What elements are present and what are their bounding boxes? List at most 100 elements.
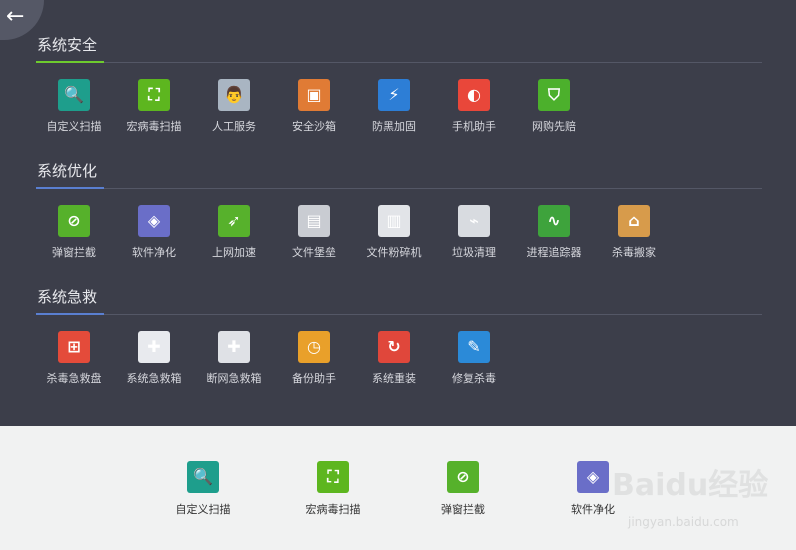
watermark-url: jingyan.baidu.com	[628, 515, 739, 529]
tool-system-reinstall[interactable]: ↻ 系统重装	[354, 331, 434, 386]
file-lock-icon: ▤	[298, 205, 330, 237]
tool-file-shredder[interactable]: ▥ 文件粉碎机	[354, 205, 434, 260]
pulse-icon-glyph: ∿	[547, 211, 561, 230]
pulse-icon: ∿	[538, 205, 570, 237]
layers-icon: ◈	[138, 205, 170, 237]
wrench-shield-icon: ✎	[458, 331, 490, 363]
tool-macro-virus-scan[interactable]: ⛶ 宏病毒扫描	[114, 79, 194, 134]
tool-label: 宏病毒扫描	[126, 120, 182, 133]
pinned-tool-popup-block[interactable]: ⊘ 弹窗拦截	[418, 461, 508, 517]
doctor-icon: 👨	[218, 79, 250, 111]
backup-clock-icon: ◷	[298, 331, 330, 363]
tool-label: 自定义扫描	[46, 120, 102, 133]
scan-frame-icon-glyph: ⛶	[327, 467, 339, 486]
tool-software-clean[interactable]: ◈ 软件净化	[114, 205, 194, 260]
tool-repair-antivirus[interactable]: ✎ 修复杀毒	[434, 331, 514, 386]
tool-label: 软件净化	[132, 246, 176, 259]
tool-label: 手机助手	[452, 120, 496, 133]
sandbox-icon-glyph: ▣	[306, 85, 322, 104]
wrench-shield-icon-glyph: ✎	[467, 337, 481, 356]
tool-label: 杀毒急救盘	[46, 372, 102, 385]
first-aid-drawer-icon-glyph: ✚	[227, 337, 241, 356]
tool-label: 防黑加固	[372, 120, 416, 133]
tool-label: 文件粉碎机	[366, 246, 422, 259]
magnifier-icon: 🔍	[58, 79, 90, 111]
section-divider	[36, 314, 762, 315]
no-popup-icon: ⊘	[58, 205, 90, 237]
tool-label: 安全沙箱	[292, 120, 336, 133]
watermark-logo: Baidu经验	[612, 468, 769, 503]
tool-backup-assistant[interactable]: ◷ 备份助手	[274, 331, 354, 386]
tool-label: 自定义扫描	[175, 503, 231, 516]
tool-shopping-compensation[interactable]: ⛉ 网购先赔	[514, 79, 594, 134]
no-popup-icon-glyph: ⊘	[456, 467, 470, 486]
refresh-icon-glyph: ↻	[387, 337, 401, 356]
scan-frame-icon: ⛶	[317, 461, 349, 493]
house-box-icon-glyph: ⌂	[628, 211, 640, 230]
tool-label: 上网加速	[212, 246, 256, 259]
tool-label: 宏病毒扫描	[305, 503, 361, 516]
tool-label: 网购先赔	[532, 120, 576, 133]
tool-safe-sandbox[interactable]: ▣ 安全沙箱	[274, 79, 354, 134]
section-title: 系统优化	[37, 162, 98, 180]
shredder-icon: ▥	[378, 205, 410, 237]
tool-label: 垃圾清理	[452, 246, 496, 259]
refresh-icon: ↻	[378, 331, 410, 363]
first-aid-icon: ✚	[138, 331, 170, 363]
house-box-icon: ⌂	[618, 205, 650, 237]
tool-label: 断网急救箱	[206, 372, 262, 385]
tool-anti-hack[interactable]: ⚡ 防黑加固	[354, 79, 434, 134]
tool-process-tracker[interactable]: ∿ 进程追踪器	[514, 205, 594, 260]
scan-frame-icon: ⛶	[138, 79, 170, 111]
tool-system-rescue-kit[interactable]: ✚ 系统急救箱	[114, 331, 194, 386]
shield-cart-icon-glyph: ⛉	[547, 85, 560, 104]
shield-bolt-icon: ⚡	[378, 79, 410, 111]
rocket-icon: ➶	[218, 205, 250, 237]
tool-network-rescue-kit[interactable]: ✚ 断网急救箱	[194, 331, 274, 386]
shield-bolt-icon-glyph: ⚡	[388, 85, 400, 104]
tool-label: 进程追踪器	[526, 246, 582, 259]
first-aid-icon-glyph: ✚	[147, 337, 161, 356]
no-popup-icon-glyph: ⊘	[67, 211, 81, 230]
file-lock-icon-glyph: ▤	[306, 211, 322, 230]
no-popup-icon: ⊘	[447, 461, 479, 493]
section-accent-line	[36, 313, 104, 315]
section-accent-line	[36, 187, 104, 189]
tool-custom-scan[interactable]: 🔍 自定义扫描	[34, 79, 114, 134]
tool-label: 备份助手	[292, 372, 336, 385]
section-divider	[36, 188, 762, 189]
first-aid-drawer-icon: ✚	[218, 331, 250, 363]
tool-label: 系统急救箱	[126, 372, 182, 385]
tool-label: 修复杀毒	[452, 372, 496, 385]
tool-network-accelerate[interactable]: ➶ 上网加速	[194, 205, 274, 260]
tool-rescue-disk[interactable]: ⊞ 杀毒急救盘	[34, 331, 114, 386]
layers-icon-glyph: ◈	[586, 467, 600, 486]
phone-ball-icon-glyph: ◐	[467, 85, 481, 104]
tool-popup-block[interactable]: ⊘ 弹窗拦截	[34, 205, 114, 260]
tool-label: 系统重装	[372, 372, 416, 385]
tool-manual-service[interactable]: 👨 人工服务	[194, 79, 274, 134]
tool-file-fortress[interactable]: ▤ 文件堡垒	[274, 205, 354, 260]
backup-clock-icon-glyph: ◷	[307, 337, 321, 356]
tool-label: 弹窗拦截	[52, 246, 96, 259]
magnifier-icon: 🔍	[187, 461, 219, 493]
pinned-tool-macro-virus-scan[interactable]: ⛶ 宏病毒扫描	[288, 461, 378, 517]
usb-icon-glyph: ⊞	[67, 337, 81, 356]
layers-icon-glyph: ◈	[147, 211, 161, 230]
tool-label: 杀毒搬家	[612, 246, 656, 259]
pinned-tool-custom-scan[interactable]: 🔍 自定义扫描	[158, 461, 248, 517]
tool-junk-clean[interactable]: ⌁ 垃圾清理	[434, 205, 514, 260]
tool-antivirus-move[interactable]: ⌂ 杀毒搬家	[594, 205, 674, 260]
sandbox-icon: ▣	[298, 79, 330, 111]
section-title: 系统安全	[37, 36, 98, 54]
tool-phone-assistant[interactable]: ◐ 手机助手	[434, 79, 514, 134]
tool-label: 人工服务	[212, 120, 256, 133]
broom-icon-glyph: ⌁	[469, 211, 479, 230]
rocket-icon-glyph: ➶	[227, 211, 241, 230]
tool-label: 文件堡垒	[292, 246, 336, 259]
section-accent-line	[36, 61, 104, 63]
layers-icon: ◈	[577, 461, 609, 493]
section-divider	[36, 62, 762, 63]
magnifier-icon-glyph: 🔍	[193, 467, 213, 486]
phone-ball-icon: ◐	[458, 79, 490, 111]
